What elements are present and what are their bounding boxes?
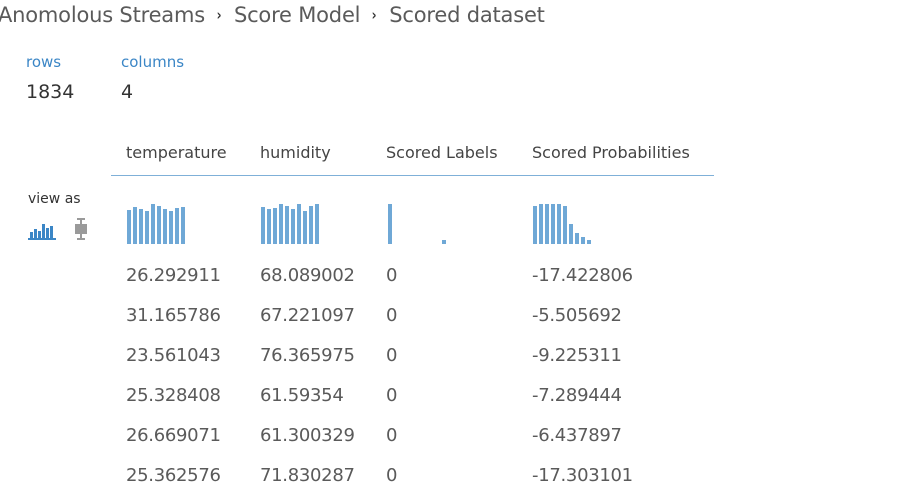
histogram-bar	[442, 240, 446, 244]
column-header-scored-labels[interactable]: Scored Labels	[386, 143, 498, 162]
column-header-temperature[interactable]: temperature	[126, 143, 227, 162]
histogram-bar	[151, 204, 155, 244]
histogram-bar	[267, 209, 271, 244]
table-cell: -17.303101	[532, 465, 633, 486]
table-cell: 31.165786	[126, 305, 221, 326]
histogram-scored-probabilities[interactable]	[533, 200, 633, 244]
histogram-bar	[133, 207, 137, 244]
table-cell: 76.365975	[260, 345, 355, 366]
histogram-bar	[273, 208, 277, 244]
histogram-icon[interactable]	[28, 218, 58, 240]
histogram-bar	[563, 206, 567, 244]
breadcrumb: Anomolous Streams › Score Model › Scored…	[0, 0, 545, 30]
breadcrumb-item-experiment[interactable]: Anomolous Streams	[0, 3, 205, 27]
table-cell: 71.830287	[260, 465, 355, 486]
chevron-right-icon: ›	[371, 6, 377, 24]
table-cell: 68.089002	[260, 265, 355, 286]
table-cell: 61.300329	[260, 425, 355, 446]
table-cell: 0	[386, 305, 398, 326]
histogram-bar	[279, 204, 283, 244]
table-cell: 61.59354	[260, 385, 344, 406]
histogram-bar	[581, 237, 585, 244]
columns-label: columns	[121, 53, 185, 71]
breadcrumb-item-dataset: Scored dataset	[389, 3, 545, 27]
histogram-bar	[145, 211, 149, 244]
column-header-scored-probabilities[interactable]: Scored Probabilities	[532, 143, 690, 162]
table-cell: -7.289444	[532, 385, 622, 406]
table-cell: 0	[386, 425, 398, 446]
histogram-bar	[163, 209, 167, 244]
histogram-bar	[557, 204, 561, 244]
histogram-scored-labels[interactable]	[388, 200, 488, 244]
table-cell: 0	[386, 385, 398, 406]
columns-value: 4	[121, 81, 134, 103]
histogram-bar	[285, 206, 289, 244]
table-cell: 26.669071	[126, 425, 221, 446]
rows-value: 1834	[26, 81, 75, 103]
histogram-bar	[533, 206, 537, 244]
view-as-label: view as	[28, 191, 81, 207]
histogram-bar	[575, 233, 579, 244]
header-divider	[111, 175, 714, 176]
histogram-bar	[169, 211, 173, 244]
boxplot-icon[interactable]	[73, 218, 89, 240]
histogram-bar	[587, 240, 591, 244]
histogram-bar	[303, 211, 307, 244]
histogram-bar	[181, 207, 185, 244]
histogram-bar	[388, 204, 392, 244]
table-cell: 23.561043	[126, 345, 221, 366]
table-cell: 0	[386, 465, 398, 486]
histogram-bar	[309, 206, 313, 244]
histogram-bar	[157, 206, 161, 244]
histogram-bar	[551, 204, 555, 244]
histogram-bar	[127, 210, 131, 244]
histogram-bar	[569, 224, 573, 244]
table-cell: -5.505692	[532, 305, 622, 326]
histogram-bar	[297, 204, 301, 244]
table-cell: -6.437897	[532, 425, 622, 446]
histogram-temperature[interactable]	[127, 200, 227, 244]
rows-label: rows	[26, 53, 62, 71]
table-cell: 25.328408	[126, 385, 221, 406]
table-cell: 0	[386, 265, 398, 286]
histogram-bar	[261, 207, 265, 244]
breadcrumb-item-module[interactable]: Score Model	[234, 3, 361, 27]
histogram-humidity[interactable]	[261, 200, 361, 244]
table-cell: -17.422806	[532, 265, 633, 286]
column-header-humidity[interactable]: humidity	[260, 143, 331, 162]
table-cell: 0	[386, 345, 398, 366]
histogram-bar	[545, 204, 549, 244]
table-cell: 67.221097	[260, 305, 355, 326]
histogram-bar	[175, 208, 179, 244]
table-cell: 26.292911	[126, 265, 221, 286]
chevron-right-icon: ›	[216, 6, 222, 24]
histogram-bar	[315, 204, 319, 244]
histogram-bar	[539, 204, 543, 244]
histogram-bar	[291, 209, 295, 244]
table-cell: 25.362576	[126, 465, 221, 486]
table-cell: -9.225311	[532, 345, 622, 366]
histogram-bar	[139, 209, 143, 244]
